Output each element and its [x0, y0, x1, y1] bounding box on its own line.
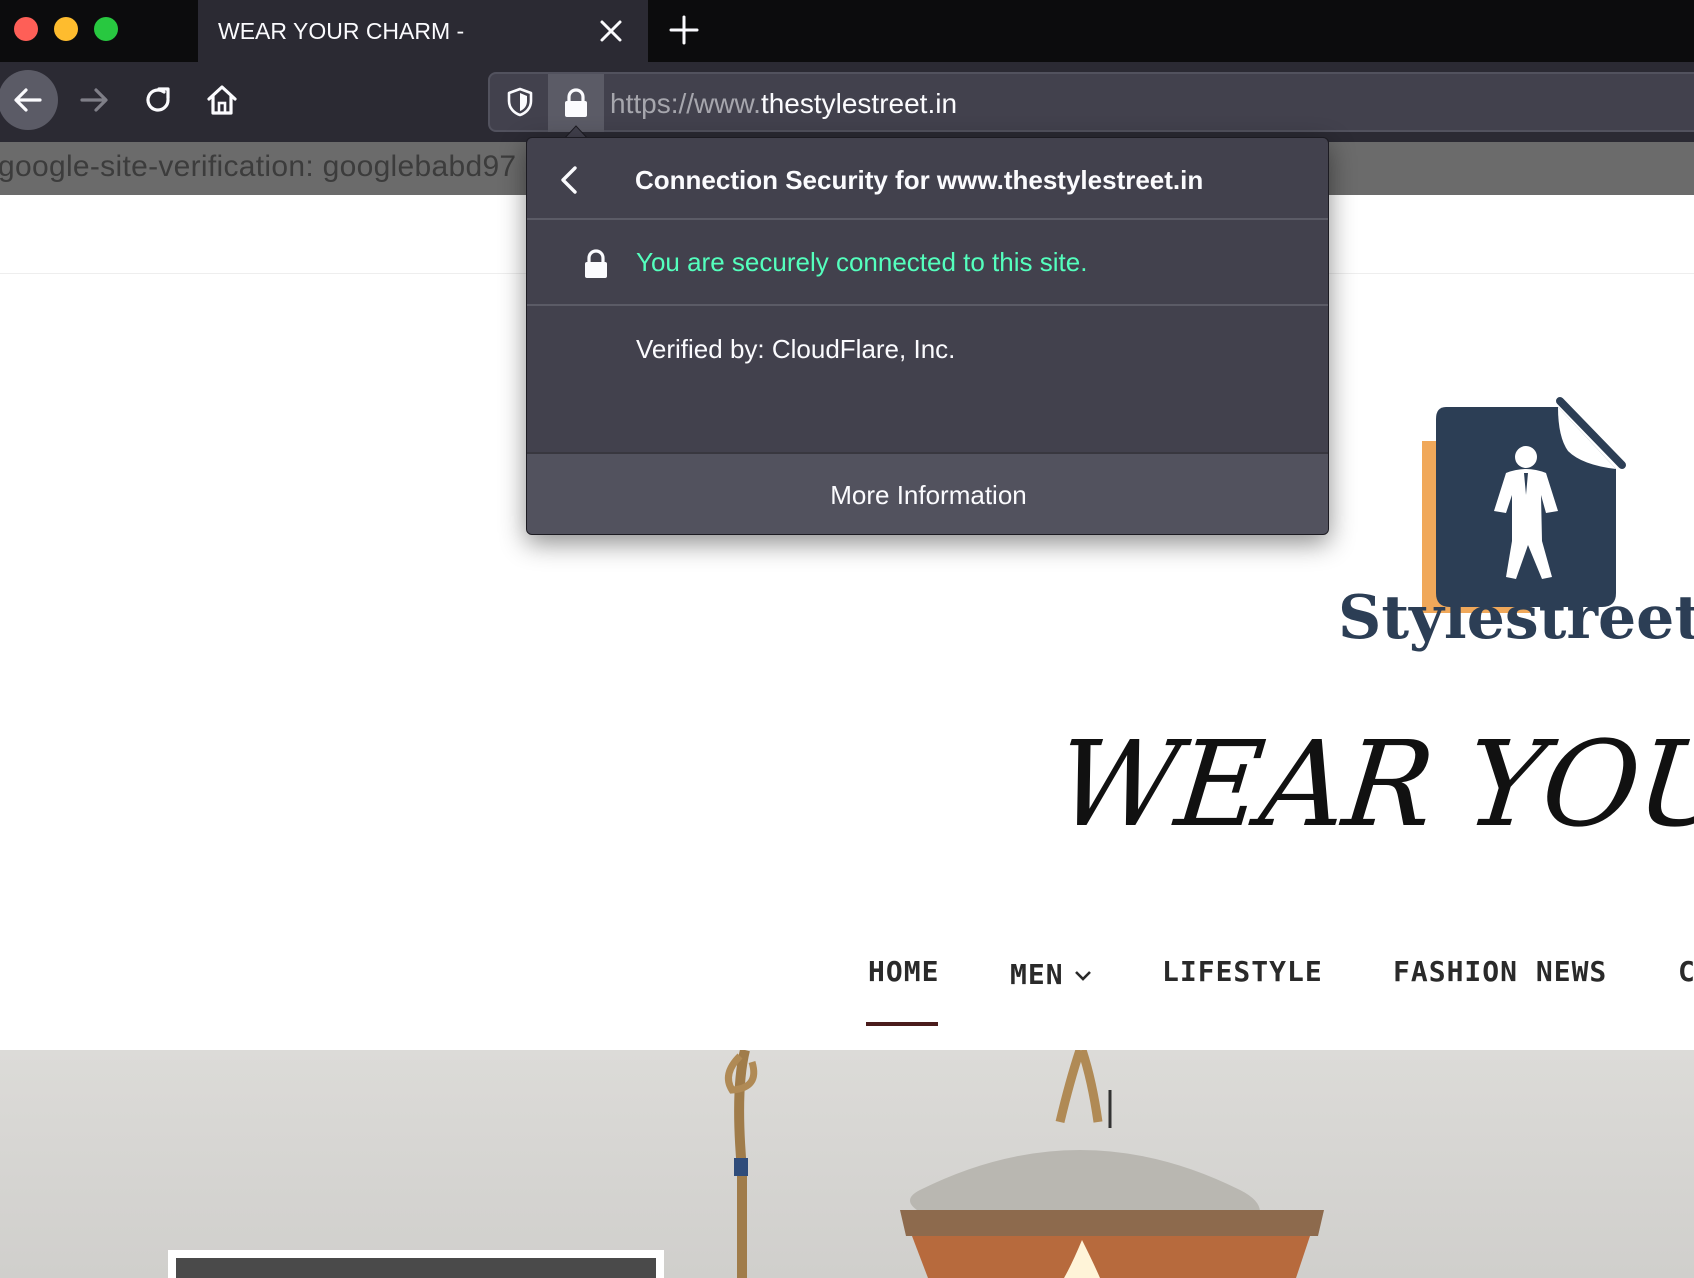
browser-window: WEAR YOUR CHARM - https://www.thestylest… — [0, 0, 1694, 1278]
panel-title: Connection Security for www.thestylestre… — [635, 165, 1204, 195]
nav-home[interactable]: HOME — [868, 955, 939, 988]
url-text[interactable]: https://www.thestylestreet.in — [610, 88, 957, 120]
more-information-button[interactable]: More Information — [527, 452, 1328, 534]
reload-button[interactable] — [128, 70, 188, 130]
lock-icon — [585, 249, 607, 278]
nav-lifestyle[interactable]: LIFESTYLE — [1162, 955, 1323, 988]
more-information-label: More Information — [830, 479, 1027, 510]
hero-image — [0, 1050, 1694, 1278]
nav-next-item[interactable]: C — [1678, 955, 1694, 988]
tab-active[interactable]: WEAR YOUR CHARM - — [198, 0, 648, 62]
home-icon — [207, 85, 237, 115]
verified-by-text: Verified by: CloudFlare, Inc. — [636, 334, 956, 364]
forward-arrow-icon — [80, 88, 108, 112]
window-zoom-button[interactable] — [94, 17, 118, 41]
back-arrow-icon — [14, 88, 42, 112]
secure-status-text: You are securely connected to this site. — [636, 247, 1088, 277]
close-icon[interactable] — [594, 14, 628, 48]
main-nav: HOME MEN LIFESTYLE FASHION NEWS C — [0, 955, 1694, 1015]
nav-men-label: MEN — [1010, 958, 1064, 991]
plus-icon[interactable] — [664, 10, 704, 50]
panel-header: Connection Security for www.thestylestre… — [527, 138, 1328, 220]
window-minimize-button[interactable] — [54, 17, 78, 41]
chevron-left-icon[interactable] — [551, 160, 591, 200]
url-prefix: https://www. — [610, 88, 761, 119]
site-verification-text: google-site-verification: googlebabd97 — [0, 150, 517, 183]
hero-lamp-illustration — [168, 1050, 1324, 1278]
nav-fashion-news[interactable]: FASHION NEWS — [1393, 955, 1607, 988]
logo-wordmark: Stylestreet — [1338, 583, 1694, 653]
address-bar[interactable]: https://www.thestylestreet.in — [488, 72, 1694, 132]
chevron-down-icon — [1074, 971, 1091, 981]
site-slogan: WEAR YOUR C — [1050, 715, 1694, 853]
tab-strip: WEAR YOUR CHARM - — [0, 0, 1694, 62]
url-domain: thestylestreet.in — [760, 88, 958, 119]
secure-connection-row: You are securely connected to this site. — [527, 220, 1328, 306]
shield-icon[interactable] — [504, 86, 536, 118]
tab-title: WEAR YOUR CHARM - — [218, 18, 465, 44]
navigation-toolbar: https://www.thestylestreet.in — [0, 62, 1694, 142]
connection-security-panel: Connection Security for www.thestylestre… — [526, 137, 1329, 535]
forward-button[interactable] — [64, 70, 124, 130]
back-button[interactable] — [0, 70, 58, 130]
reload-icon — [146, 87, 170, 112]
home-button[interactable] — [192, 70, 252, 130]
window-close-button[interactable] — [14, 17, 38, 41]
lock-icon — [565, 88, 587, 117]
nav-active-indicator — [866, 1022, 938, 1026]
nav-men[interactable]: MEN — [1010, 958, 1092, 991]
